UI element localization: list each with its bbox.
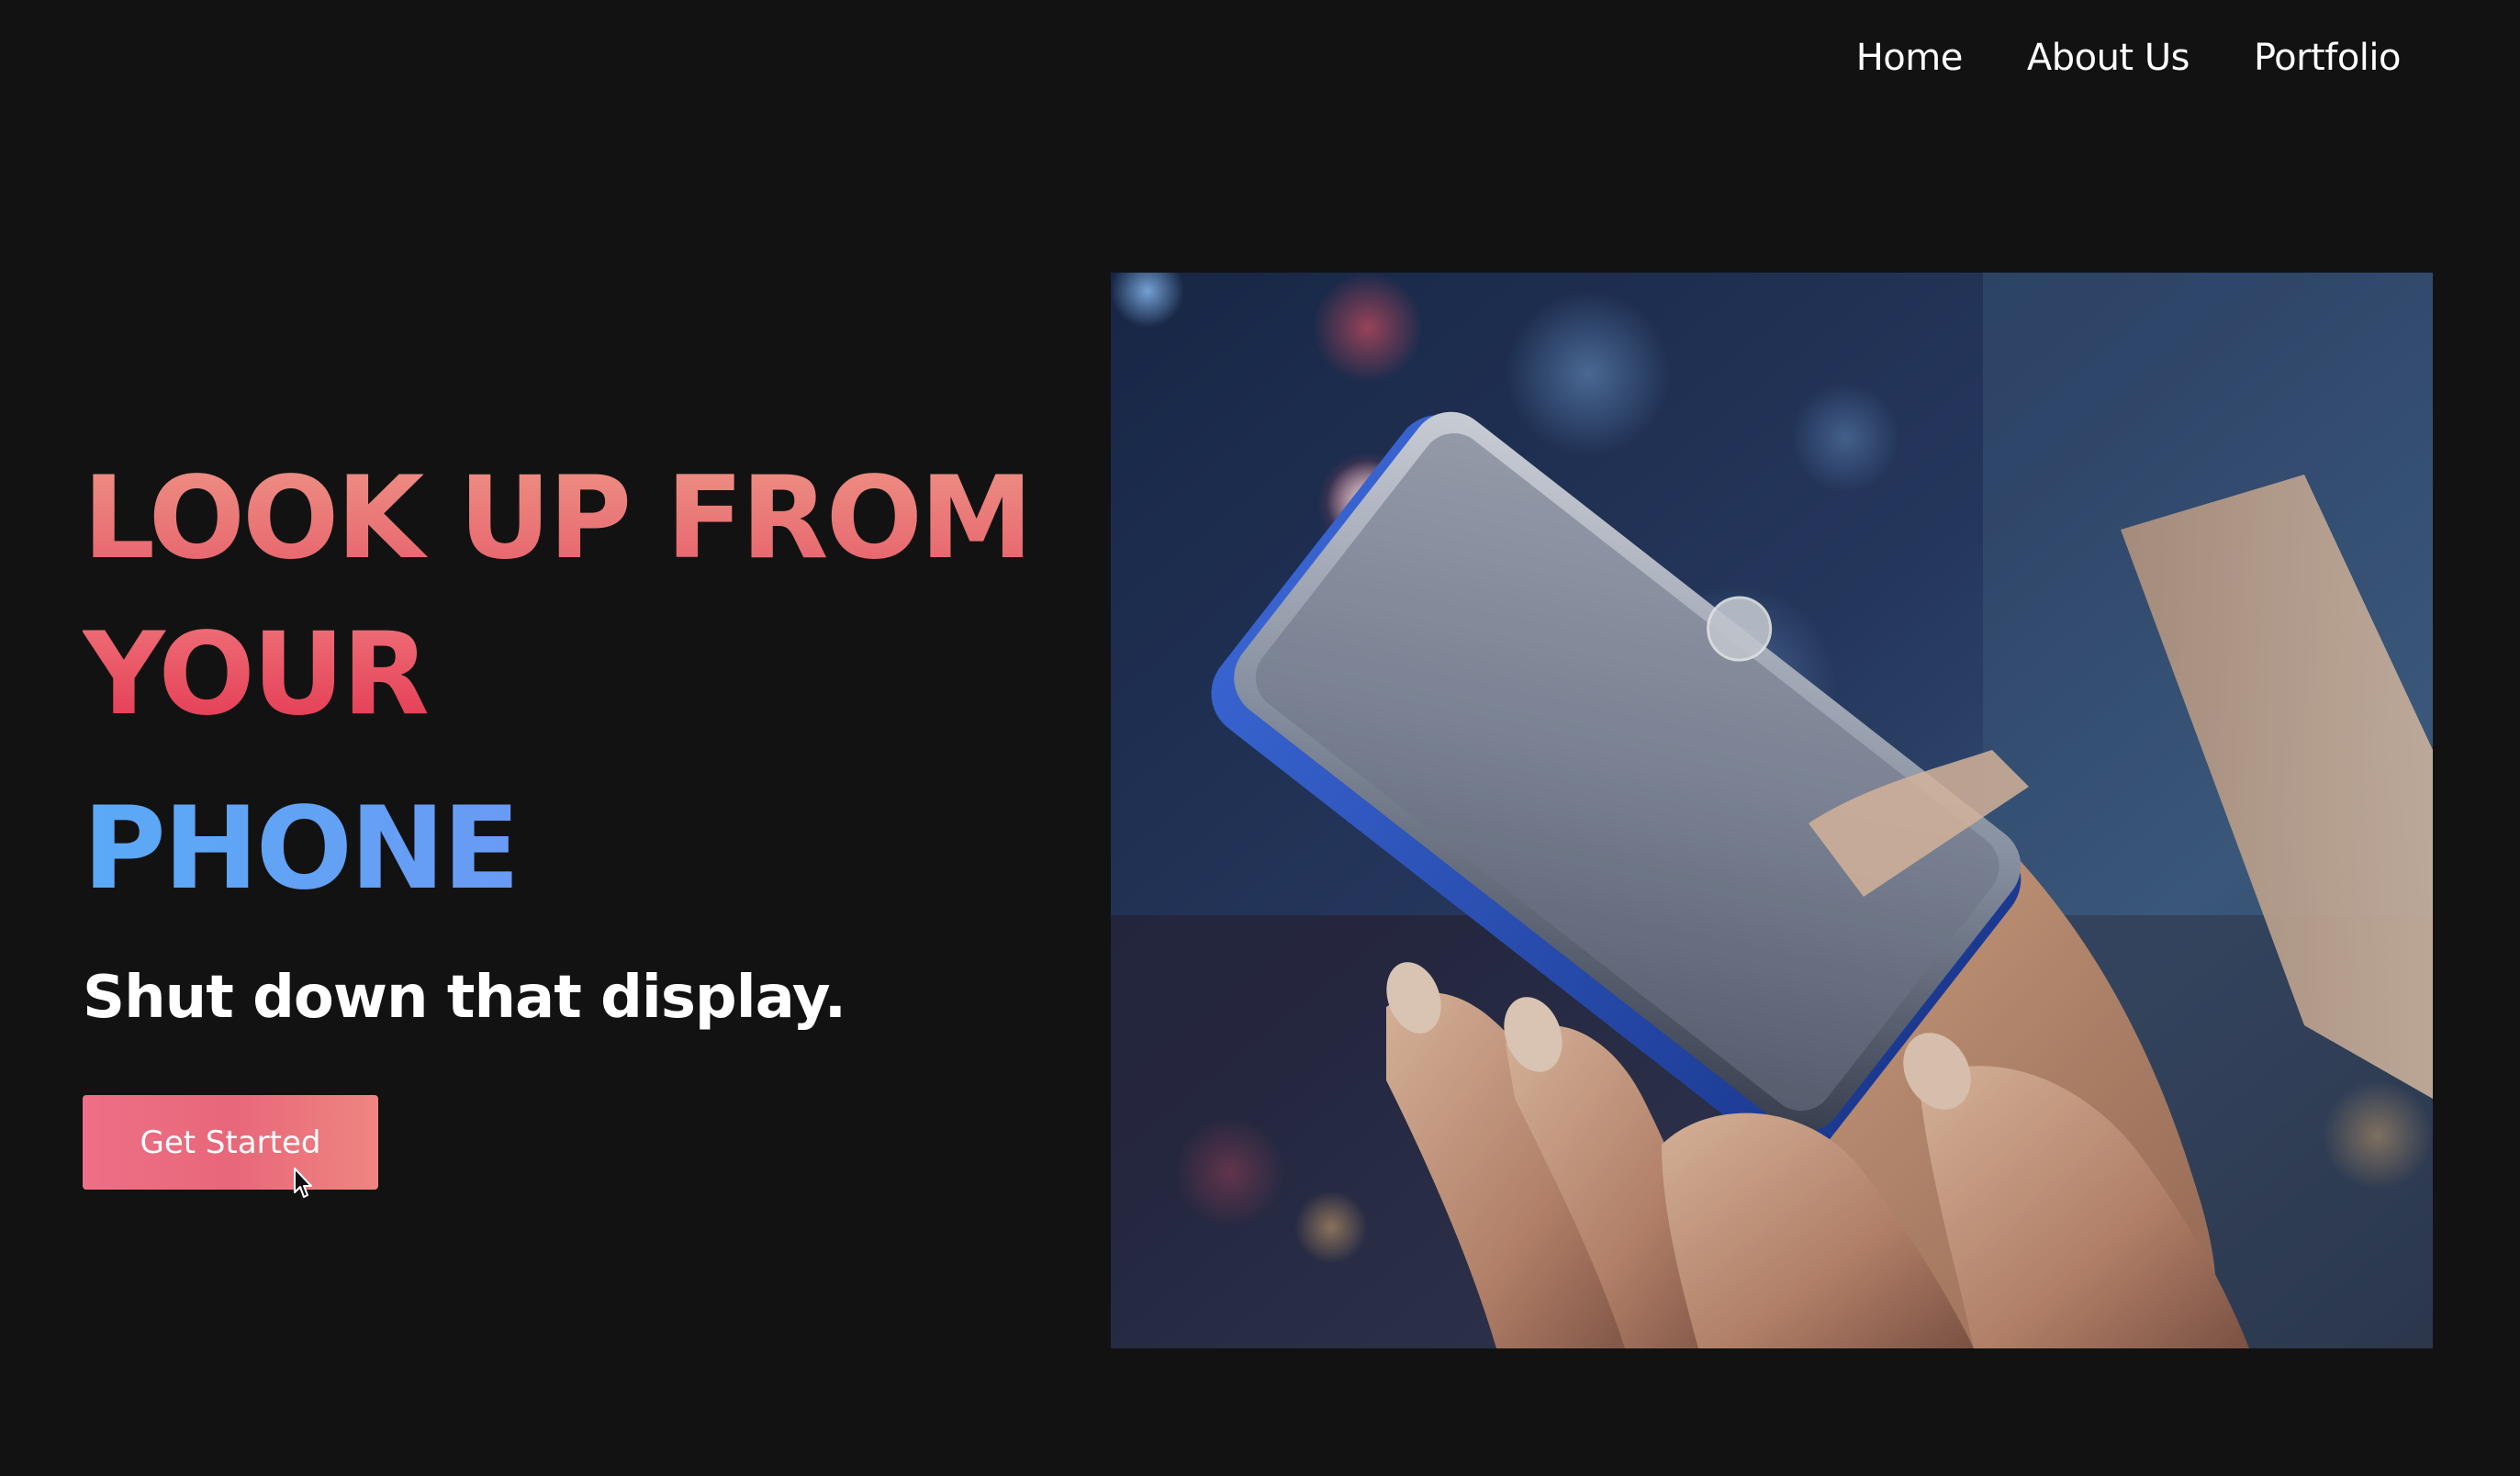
get-started-button[interactable]: Get Started <box>83 1095 378 1190</box>
headline-line-2: YOUR <box>83 597 1092 753</box>
hero-text-block: LOOK UP FROM YOUR PHONE Shut down that d… <box>83 441 1092 1032</box>
phone-photo-illustration <box>1111 273 2433 1348</box>
landing-page: Home About Us Portfolio LOOK UP FROM YOU… <box>0 0 2520 1476</box>
nav-portfolio-link[interactable]: Portfolio <box>2254 37 2402 79</box>
top-nav: Home About Us Portfolio <box>1856 37 2402 79</box>
nav-about-us-link[interactable]: About Us <box>2027 37 2190 79</box>
headline-line-3: PHONE <box>83 771 1092 927</box>
headline-line-1: LOOK UP FROM <box>83 441 1092 597</box>
mouse-pointer-icon <box>294 1168 312 1198</box>
hero-photo-hand-holding-phone <box>1111 273 2433 1348</box>
nav-home-link[interactable]: Home <box>1856 37 1964 79</box>
subheadline: Shut down that display. <box>83 964 846 1032</box>
